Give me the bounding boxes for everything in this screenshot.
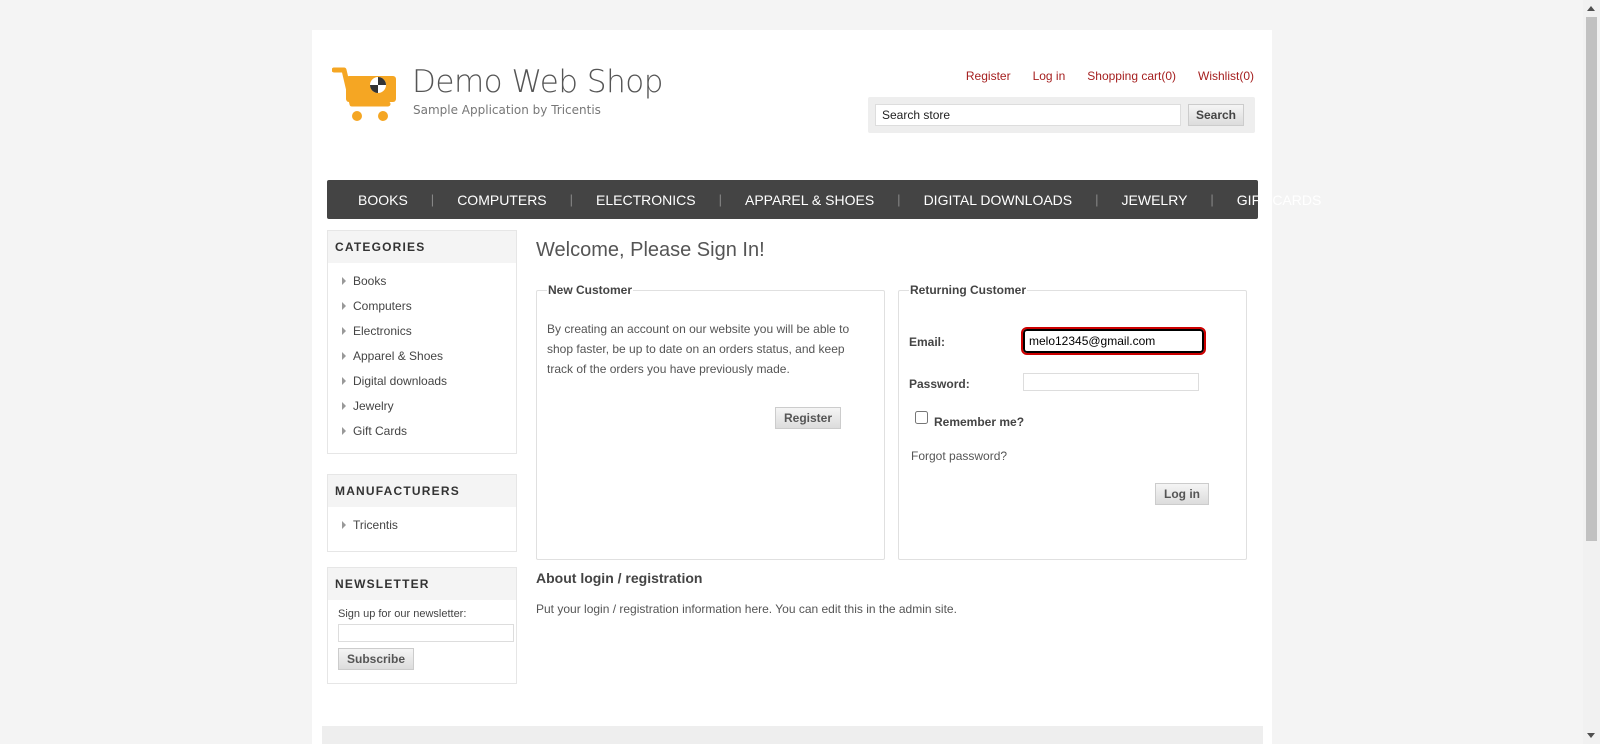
shopping-cart-link[interactable]: Shopping cart(0) (1087, 69, 1176, 83)
email-field[interactable] (1021, 327, 1206, 355)
login-link[interactable]: Log in (1033, 69, 1066, 83)
manufacturer-label: Tricentis (353, 517, 398, 532)
returning-customer-box: Returning Customer Email: Password: Reme… (898, 283, 1247, 560)
new-customer-box: New Customer By creating an account on o… (536, 283, 885, 560)
header-links: Register Log in Shopping cart(0) Wishlis… (966, 69, 1254, 83)
category-label: Jewelry (353, 398, 394, 413)
category-item-books[interactable]: Books (342, 268, 516, 293)
menu-item-electronics[interactable]: ELECTRONICS (573, 192, 719, 208)
register-link[interactable]: Register (966, 69, 1011, 83)
menu-item-gift-cards[interactable]: GIFT CARDS (1214, 192, 1345, 208)
category-item-electronics[interactable]: Electronics (342, 318, 516, 343)
menu-item-books[interactable]: BOOKS (335, 192, 431, 208)
newsletter-label: Sign up for our newsletter: (338, 608, 467, 620)
search-input[interactable] (875, 104, 1181, 126)
manufacturer-item-tricentis[interactable]: Tricentis (342, 512, 516, 537)
newsletter-block: Newsletter Sign up for our newsletter: S… (327, 567, 517, 684)
arrow-right-icon (342, 520, 346, 529)
wishlist-link[interactable]: Wishlist(0) (1198, 69, 1254, 83)
new-customer-legend: New Customer (548, 283, 633, 297)
menu-item-digital-downloads[interactable]: DIGITAL DOWNLOADS (901, 192, 1096, 208)
arrow-right-icon (342, 276, 346, 285)
search-box: Search (868, 97, 1255, 133)
login-button[interactable]: Log in (1155, 483, 1209, 505)
scrollbar-thumb[interactable] (1586, 17, 1597, 541)
forgot-password-link[interactable]: Forgot password? (911, 449, 1007, 463)
remember-me-checkbox[interactable] (915, 411, 928, 424)
register-button[interactable]: Register (775, 407, 842, 429)
manufacturers-block: Manufacturers Tricentis (327, 474, 517, 552)
menu-item-apparel-shoes[interactable]: APPAREL & SHOES (722, 192, 897, 208)
top-menu: BOOKS | COMPUTERS | ELECTRONICS | APPARE… (327, 180, 1321, 219)
remember-me-label[interactable]: Remember me? (934, 415, 1024, 429)
newsletter-email-input[interactable] (338, 624, 514, 642)
arrow-right-icon (342, 326, 346, 335)
category-item-computers[interactable]: Computers (342, 293, 516, 318)
arrow-right-icon (342, 376, 346, 385)
category-label: Books (353, 273, 387, 288)
category-item-apparel-shoes[interactable]: Apparel & Shoes (342, 343, 516, 368)
category-label: Gift Cards (353, 423, 408, 438)
scroll-up-arrow-icon[interactable] (1587, 6, 1595, 11)
category-label: Electronics (353, 323, 412, 338)
new-customer-text: By creating an account on our website yo… (547, 322, 850, 376)
arrow-right-icon (342, 301, 346, 310)
category-item-jewelry[interactable]: Jewelry (342, 393, 516, 418)
category-item-gift-cards[interactable]: Gift Cards (342, 418, 516, 443)
page-container: Demo Web Shop Sample Application by Tric… (312, 30, 1321, 744)
menu-item-jewelry[interactable]: JEWELRY (1099, 192, 1211, 208)
vertical-scrollbar[interactable] (1583, 0, 1600, 744)
newsletter-title: Newsletter (328, 568, 516, 600)
password-label: Password: (909, 377, 970, 391)
about-text: Put your login / registration informatio… (536, 602, 957, 616)
category-label: Digital downloads (353, 373, 448, 388)
manufacturers-title: Manufacturers (328, 475, 516, 507)
email-label: Email: (909, 335, 946, 349)
about-title: About login / registration (536, 570, 703, 586)
arrow-right-icon (342, 426, 346, 435)
category-label: Computers (353, 298, 412, 313)
returning-customer-legend: Returning Customer (910, 283, 1027, 297)
category-item-digital-downloads[interactable]: Digital downloads (342, 368, 516, 393)
arrow-right-icon (342, 351, 346, 360)
store-tagline: Sample Application by Tricentis (413, 103, 601, 117)
arrow-right-icon (342, 401, 346, 410)
menu-item-computers[interactable]: COMPUTERS (434, 192, 569, 208)
scroll-down-arrow-icon[interactable] (1587, 733, 1595, 738)
categories-title: Categories (328, 231, 516, 263)
subscribe-button[interactable]: Subscribe (338, 648, 415, 670)
page-title: Welcome, Please Sign In! (536, 239, 765, 261)
categories-block: Categories Books Computers Electronics A… (327, 230, 517, 454)
search-button[interactable]: Search (1188, 104, 1244, 126)
footer-bar (322, 726, 1263, 744)
shopping-cart-icon[interactable] (332, 66, 398, 124)
store-name[interactable]: Demo Web Shop (412, 64, 663, 100)
category-label: Apparel & Shoes (353, 348, 444, 363)
password-field[interactable] (1023, 373, 1199, 391)
